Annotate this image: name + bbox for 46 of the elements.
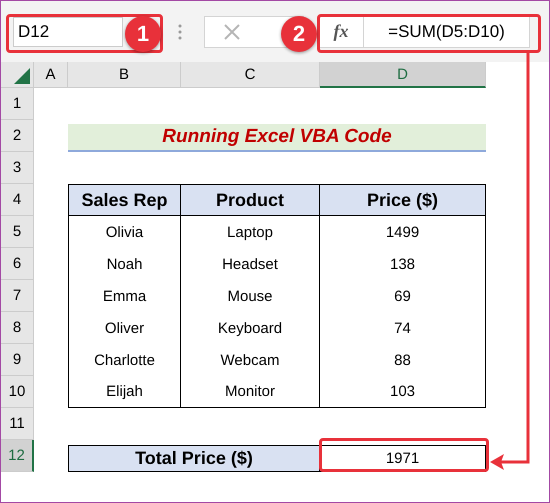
row-header[interactable]: 8 (1, 312, 34, 344)
table-cell: Webcam (181, 344, 320, 376)
insert-function-button[interactable]: fx (318, 16, 364, 48)
total-cell: 1971 (320, 445, 486, 472)
table-cell: 1499 (320, 216, 486, 248)
table-cell: Elijah (68, 376, 181, 408)
row-header[interactable]: 1 (1, 88, 34, 120)
column-header[interactable]: A (34, 62, 68, 88)
row-header[interactable]: 5 (1, 216, 34, 248)
row-header[interactable]: 11 (1, 408, 34, 440)
table-cell: Keyboard (181, 312, 320, 344)
select-all-icon[interactable] (14, 68, 30, 84)
name-box[interactable]: D12 (13, 16, 123, 46)
table-cell: Mouse (181, 280, 320, 312)
table-cell: Olivia (68, 216, 181, 248)
row-header[interactable]: 3 (1, 152, 34, 184)
table-cell: Oliver (68, 312, 181, 344)
row-header[interactable]: 4 (1, 184, 34, 216)
cancel-icon[interactable] (223, 22, 241, 40)
table-cell: Monitor (181, 376, 320, 408)
table-cell: 103 (320, 376, 486, 408)
table-header: Product (181, 184, 320, 216)
table-cell: Headset (181, 248, 320, 280)
row-header[interactable]: 2 (1, 120, 34, 152)
sheet-title: Running Excel VBA Code (68, 124, 486, 152)
row-header[interactable]: 9 (1, 344, 34, 376)
table-cell: Charlotte (68, 344, 181, 376)
column-header[interactable]: C (181, 62, 320, 88)
table-cell: 74 (320, 312, 486, 344)
table-cell: 138 (320, 248, 486, 280)
row-header[interactable]: 12 (1, 440, 34, 472)
table-cell: Noah (68, 248, 181, 280)
table-cell: 88 (320, 344, 486, 376)
formula-field[interactable]: =SUM(D5:D10) (364, 16, 530, 48)
table-cell: Emma (68, 280, 181, 312)
table-header: Price ($) (320, 184, 486, 216)
column-header[interactable]: B (68, 62, 181, 88)
table-header: Sales Rep (68, 184, 181, 216)
drag-handle-icon[interactable] (178, 24, 182, 40)
table-cell: Laptop (181, 216, 320, 248)
total-label: Total Price ($) (68, 445, 320, 472)
column-header[interactable]: D (320, 62, 486, 88)
row-header[interactable]: 6 (1, 248, 34, 280)
row-header[interactable]: 10 (1, 376, 34, 408)
table-cell: 69 (320, 280, 486, 312)
row-header[interactable]: 7 (1, 280, 34, 312)
